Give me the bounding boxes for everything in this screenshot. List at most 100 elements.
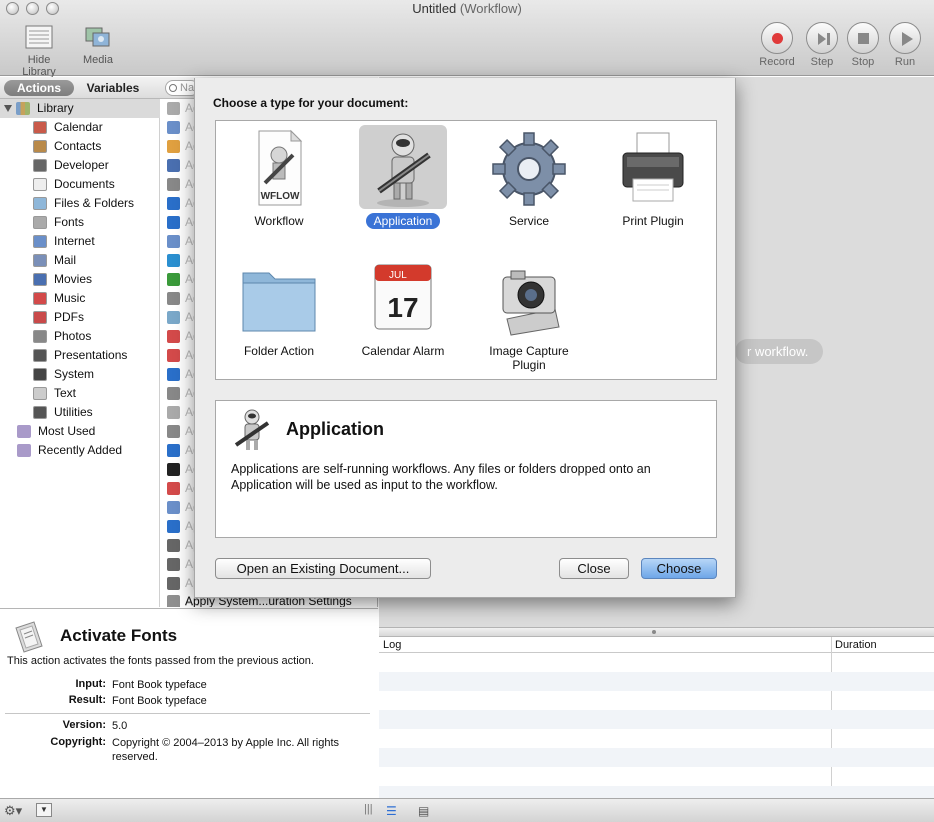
action-description: This action activates the fonts passed f… [7, 655, 314, 667]
log-table: Log Duration [379, 636, 934, 799]
sidebar-item-mail[interactable]: Mail [0, 251, 160, 270]
resize-handle-icon[interactable]: ||| [364, 803, 373, 815]
media-button[interactable]: Media [73, 24, 123, 66]
sidebar-item-pdfs[interactable]: PDFs [0, 308, 160, 327]
type-application[interactable]: Application [348, 125, 458, 229]
action-icon [167, 273, 180, 286]
open-existing-document-button[interactable]: Open an Existing Document... [215, 558, 431, 579]
sidebar-item-label: Text [54, 386, 77, 400]
sidebar-item-developer[interactable]: Developer [0, 156, 160, 175]
sidebar-item-contacts[interactable]: Contacts [0, 137, 160, 156]
sidebar-item-label: Calendar [54, 120, 103, 134]
search-icon [169, 84, 177, 92]
duration-column-header[interactable]: Duration [835, 637, 877, 653]
action-icon [167, 159, 180, 172]
sidebar-item-label: System [54, 367, 95, 381]
category-icon [33, 273, 47, 286]
record-button[interactable] [761, 22, 793, 54]
library-tree: Library Calendar Contacts Developer Documen… [0, 99, 160, 607]
gear-icon[interactable]: ⚙▾ [4, 803, 22, 819]
result-label: Result: [68, 694, 106, 706]
sidebar-item-text[interactable]: Text [0, 384, 160, 403]
library-books-icon [16, 102, 30, 115]
most-used-label: Most Used [38, 424, 96, 438]
calendar-day: 17 [387, 292, 418, 323]
action-icon [167, 330, 180, 343]
action-icon [167, 558, 180, 571]
step-button[interactable] [806, 22, 838, 54]
record-icon [772, 33, 783, 44]
log-header: Log Duration [379, 637, 934, 799]
action-icon [167, 520, 180, 533]
media-label: Media [83, 54, 113, 66]
automator-robot-icon [377, 133, 431, 207]
sidebar-item-movies[interactable]: Movies [0, 270, 160, 289]
category-icon [33, 216, 47, 229]
sidebar-item-photos[interactable]: Photos [0, 327, 160, 346]
sidebar-item-system[interactable]: System [0, 365, 160, 384]
sidebar-item-music[interactable]: Music [0, 289, 160, 308]
action-icon [167, 235, 180, 248]
tab-actions[interactable]: Actions [4, 80, 74, 96]
type-image-capture-plugin[interactable]: Image Capture Plugin [474, 255, 584, 373]
list-view-icon[interactable]: ☰ [386, 804, 397, 818]
disclosure-triangle-icon[interactable] [4, 105, 12, 112]
category-icon [33, 197, 47, 210]
action-icon [167, 463, 180, 476]
detail-view-icon[interactable]: ▤ [418, 804, 429, 818]
version-label: Version: [62, 719, 106, 731]
type-workflow[interactable]: WFLOW Workflow [224, 125, 334, 229]
calendar-icon: JUL 17 [374, 264, 432, 330]
tab-variables[interactable]: Variables [78, 80, 148, 96]
action-icon [167, 121, 180, 134]
category-icon [33, 178, 47, 191]
step-icon [818, 33, 830, 45]
close-button[interactable]: Close [559, 558, 629, 579]
library-root[interactable]: Library [0, 99, 160, 118]
action-icon [167, 102, 180, 115]
library-most-used[interactable]: Most Used [0, 422, 160, 441]
hide-library-label: Hide Library [22, 54, 56, 78]
disclosure-toggle-button[interactable]: ▼ [36, 803, 52, 817]
action-icon [167, 406, 180, 419]
sidebar-item-label: Developer [54, 158, 109, 172]
log-column-header[interactable]: Log [383, 637, 401, 653]
category-icon [33, 159, 47, 172]
library-recently-added[interactable]: Recently Added [0, 441, 160, 460]
type-label: Image Capture Plugin [489, 344, 569, 372]
sidebar-item-fonts[interactable]: Fonts [0, 213, 160, 232]
record-label: Record [759, 56, 795, 68]
type-calendar-alarm[interactable]: JUL 17 Calendar Alarm [348, 255, 458, 359]
action-icon [167, 482, 180, 495]
category-icon [33, 254, 47, 267]
category-icon [33, 368, 47, 381]
sidebar-item-label: Files & Folders [54, 196, 135, 210]
automator-robot-icon [234, 409, 270, 450]
action-icon [167, 444, 180, 457]
choose-button[interactable]: Choose [641, 558, 717, 579]
type-print-plugin[interactable]: Print Plugin [598, 125, 708, 229]
split-dot-icon [652, 630, 656, 634]
printer-icon [622, 132, 684, 202]
type-service[interactable]: Service [474, 125, 584, 229]
action-icon [167, 368, 180, 381]
sheet-heading: Choose a type for your document: [213, 96, 409, 110]
sidebar-item-documents[interactable]: Documents [0, 175, 160, 194]
stop-button[interactable] [847, 22, 879, 54]
sidebar-item-internet[interactable]: Internet [0, 232, 160, 251]
sidebar-item-label: Mail [54, 253, 77, 267]
category-icon [33, 387, 47, 400]
run-button[interactable] [889, 22, 921, 54]
action-icon [167, 197, 180, 210]
type-label: Folder Action [243, 344, 315, 358]
sidebar-item-presentations[interactable]: Presentations [0, 346, 160, 365]
sidebar-item-files-folders[interactable]: Files & Folders [0, 194, 160, 213]
gear-icon [492, 132, 566, 206]
sidebar-item-utilities[interactable]: Utilities [0, 403, 160, 422]
sidebar-item-calendar[interactable]: Calendar [0, 118, 160, 137]
type-label: Application [365, 213, 441, 229]
type-folder-action[interactable]: Folder Action [224, 255, 334, 359]
hide-library-button[interactable]: Hide Library [14, 24, 64, 78]
split-handle[interactable] [379, 627, 934, 636]
copyright-label: Copyright: [50, 736, 106, 748]
